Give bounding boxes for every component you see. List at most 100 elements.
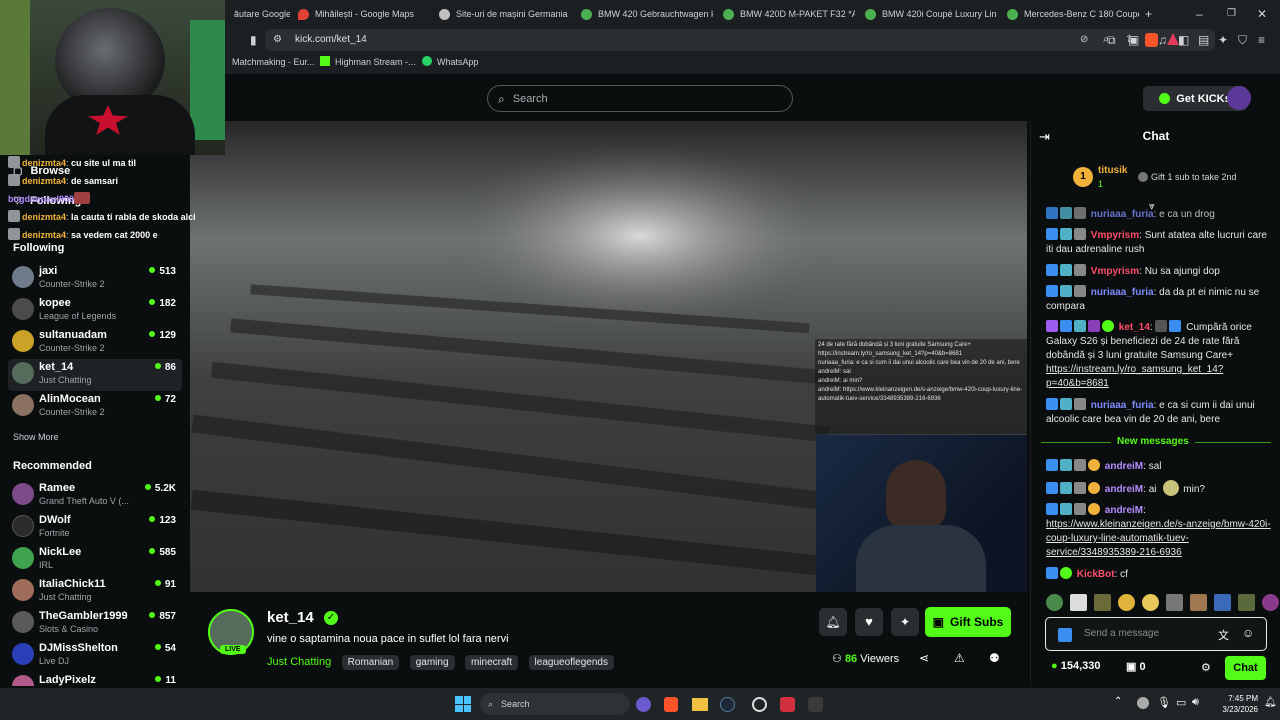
brave-icon[interactable]	[664, 697, 678, 712]
sidebar-channel-ramee[interactable]: Ramee Grand Theft Auto V (... 5.2K	[8, 480, 182, 512]
browser-tab[interactable]: ăutare Google	[228, 2, 290, 26]
sidebar-channel-sultanuadam[interactable]: sultanuadam Counter-Strike 2 129	[8, 327, 182, 359]
site-settings-icon[interactable]: ⚙	[273, 34, 282, 46]
url-field[interactable]: ⚙ kick.com/ket_14 ⊘ ⌕ ⇪	[265, 29, 1215, 51]
browser-tab[interactable]: BMW 420D M-PAKET F32 *ALC	[717, 2, 855, 26]
emote[interactable]	[1238, 594, 1255, 611]
add-user-icon[interactable]: ⚉	[989, 651, 1000, 665]
emoji-icon[interactable]: ☺	[1242, 626, 1254, 640]
leader-name[interactable]: titusik	[1098, 165, 1127, 176]
sidebar-channel-alinmocean[interactable]: AlinMocean Counter-Strike 2 72	[8, 391, 182, 423]
app-icon[interactable]	[808, 697, 823, 712]
chat-username[interactable]: nuriaaa_furia	[1091, 400, 1154, 411]
chat-username[interactable]: Vmpyrism	[1091, 266, 1139, 277]
emote[interactable]	[1118, 594, 1135, 611]
chat-input[interactable]: Send a message 文 ☺	[1045, 617, 1267, 651]
sidebar-channel-thegambler1999[interactable]: TheGambler1999 Slots & Casino 857	[8, 608, 182, 640]
chat-link[interactable]: https://instream.ly/ro_samsung_ket_14?p=…	[1046, 364, 1223, 389]
volume-icon[interactable]: 🔊︎	[1192, 696, 1199, 709]
sparkle-icon[interactable]: ✦	[891, 608, 919, 636]
notification-bell-icon[interactable]: 🔔︎	[819, 608, 847, 636]
share-icon[interactable]: ⋖	[919, 651, 929, 665]
maximize-icon[interactable]: ❐	[1227, 8, 1236, 20]
report-icon[interactable]: ⚠	[954, 651, 965, 665]
music-icon[interactable]: ♫	[1158, 34, 1167, 46]
chat-settings-icon[interactable]: ⚙	[1201, 661, 1211, 674]
clock[interactable]: 7:45 PM 3/23/2026	[1208, 693, 1258, 715]
tag[interactable]: minecraft	[464, 655, 519, 670]
chat-username[interactable]: nuriaaa_furia	[1091, 209, 1154, 220]
sidebar-channel-ket-14[interactable]: ket_14 Just Chatting 86	[8, 359, 182, 391]
windows-start-icon[interactable]	[455, 696, 471, 712]
send-chat-button[interactable]: Chat	[1225, 656, 1266, 680]
chat-username[interactable]: ket_14	[1119, 322, 1150, 333]
sidebar-channel-dwolf[interactable]: DWolf Fortnite 123	[8, 512, 182, 544]
follow-heart-icon[interactable]: ♥	[855, 608, 883, 636]
bookmark-item[interactable]: WhatsApp	[437, 57, 479, 67]
brave-shield-icon[interactable]	[1145, 33, 1158, 47]
gift-sub-prompt[interactable]: Gift 1 sub to take 2nd	[1151, 172, 1237, 182]
kicks-balance[interactable]: ● 154,330	[1051, 660, 1100, 672]
emote[interactable]	[1046, 594, 1063, 611]
browser-tab[interactable]: Mihăilești - Google Maps	[292, 2, 430, 26]
sidebar-channel-jaxi[interactable]: jaxi Counter-Strike 2 513	[8, 263, 182, 295]
category-link[interactable]: Just Chatting	[267, 656, 331, 668]
browser-tab[interactable]: BMW 420 Gebrauchtwagen ka	[575, 2, 713, 26]
new-messages-label[interactable]: New messages	[1111, 436, 1195, 447]
media-icon[interactable]: ▣	[1128, 34, 1139, 46]
browser-tab[interactable]: BMW 420i Coupé Luxury Line	[859, 2, 997, 26]
wallet-icon[interactable]: ▤	[1198, 34, 1209, 46]
emote[interactable]	[1142, 594, 1159, 611]
chat-link[interactable]: https://www.kleinanzeigen.de/s-anzeige/b…	[1046, 519, 1271, 558]
search-input[interactable]: ⌕ Search	[487, 85, 793, 112]
microphone-icon[interactable]: 🎙︎	[1157, 696, 1171, 709]
notifications-icon[interactable]: 🔔︎	[1264, 697, 1277, 708]
steam-icon[interactable]	[720, 697, 735, 712]
emote[interactable]	[1214, 594, 1231, 611]
sidebar-channel-nicklee[interactable]: NickLee IRL 585	[8, 544, 182, 576]
gift-count[interactable]: ▣ 0	[1126, 660, 1146, 673]
bookmark-icon[interactable]: ▮	[250, 34, 257, 46]
show-more-link[interactable]: Show More	[13, 432, 59, 442]
app-icon[interactable]	[780, 697, 795, 712]
extensions-icon[interactable]: ⧉	[1107, 34, 1116, 46]
bookmark-item[interactable]: Highman Stream -...	[335, 57, 416, 67]
sidebar-icon[interactable]: ◧	[1178, 34, 1189, 46]
sidebar-channel-kopee[interactable]: kopee League of Legends 182	[8, 295, 182, 327]
video-player[interactable]: 24 de rate fără dobândă și 3 luni gratui…	[190, 121, 1027, 592]
browser-tab[interactable]: Site-uri de mașini Germania	[433, 2, 571, 26]
tag[interactable]: leagueoflegends	[528, 655, 614, 670]
tag[interactable]: gaming	[409, 655, 455, 670]
emote[interactable]	[1070, 594, 1087, 611]
browser-tab[interactable]: Mercedes-Benz C 180 Coupé	[1001, 2, 1139, 26]
emote[interactable]	[1094, 594, 1111, 611]
video-off-icon[interactable]: ⊘	[1080, 34, 1088, 46]
sidebar-channel-ladypixelz[interactable]: LadyPixelz 11	[8, 672, 182, 686]
chat-username[interactable]: andreiM	[1105, 505, 1143, 516]
discord-icon[interactable]	[636, 697, 651, 712]
emote[interactable]	[1190, 594, 1207, 611]
chat-username[interactable]: andreiM	[1105, 484, 1143, 495]
gift-subs-button[interactable]: ▣ Gift Subs	[925, 607, 1011, 637]
emote[interactable]	[1262, 594, 1279, 611]
tag[interactable]: Romanian	[341, 655, 400, 670]
emote[interactable]	[1166, 594, 1183, 611]
close-window-icon[interactable]: ✕	[1257, 8, 1267, 20]
menu-icon[interactable]: ≡	[1258, 34, 1265, 46]
bookmark-item[interactable]: Matchmaking - Eur...	[232, 57, 315, 67]
translate-icon[interactable]: 文	[1218, 627, 1229, 643]
chat-username[interactable]: KickBot	[1077, 569, 1115, 580]
chat-username[interactable]: Vmpyrism	[1091, 230, 1139, 241]
sidebar-channel-italiachick11[interactable]: ItaliaChick11 Just Chatting 91	[8, 576, 182, 608]
minimize-icon[interactable]: –	[1196, 8, 1203, 20]
chat-username[interactable]: nuriaaa_furia	[1091, 287, 1154, 298]
app-icon[interactable]	[752, 697, 767, 712]
file-explorer-icon[interactable]	[692, 698, 708, 711]
channel-name[interactable]: ket_14	[267, 609, 314, 626]
tray-app-icon[interactable]	[1137, 697, 1149, 709]
tray-chevron-icon[interactable]: ⌃	[1114, 696, 1122, 707]
taskbar-search[interactable]: ⌕ Search	[480, 693, 630, 715]
vpn-icon[interactable]: ⛉	[1238, 34, 1247, 46]
leo-ai-icon[interactable]: ✦	[1218, 34, 1228, 46]
sidebar-channel-djmissshelton[interactable]: DJMissShelton Live DJ 54	[8, 640, 182, 672]
